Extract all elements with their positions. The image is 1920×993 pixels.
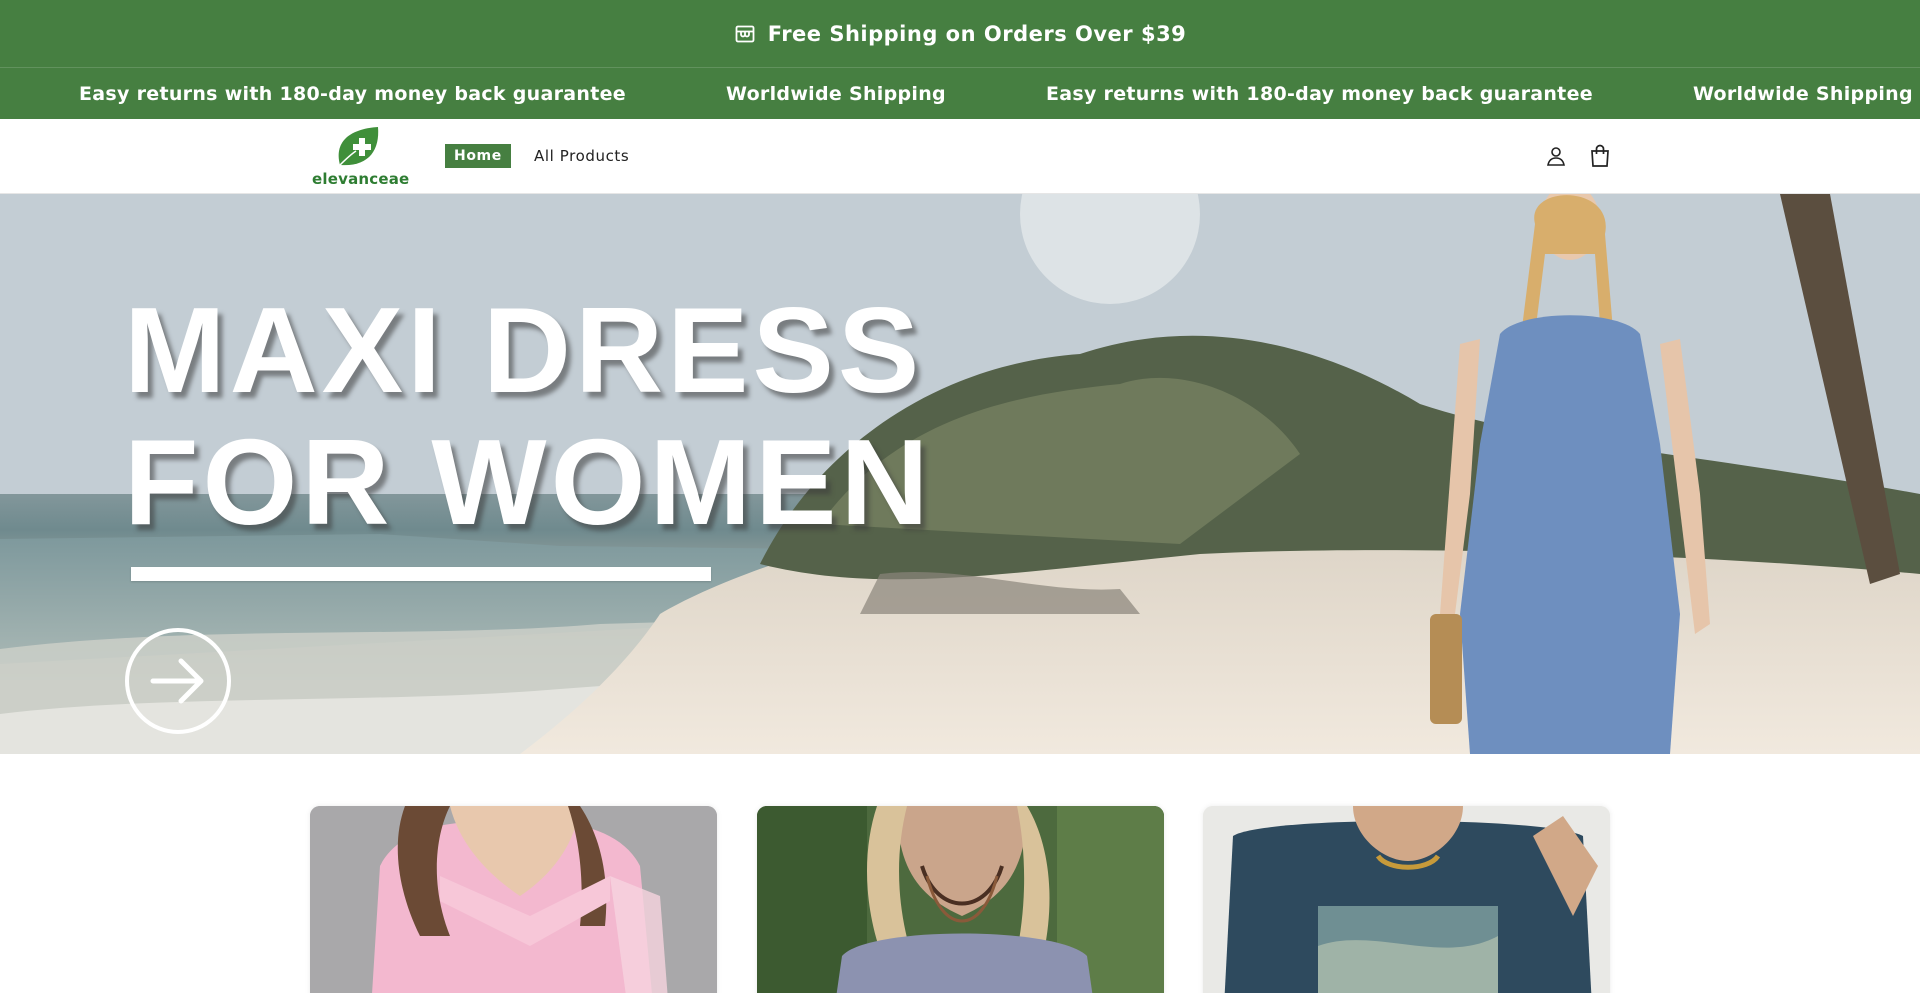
- marquee-track: Easy returns with 180-day money back gua…: [79, 68, 1920, 119]
- hero-underline: [131, 567, 711, 581]
- product-card[interactable]: [757, 806, 1164, 993]
- announcement-bar: Free Shipping on Orders Over $39: [0, 0, 1920, 68]
- hero-title: MAXI DRESS FOR WOMEN: [124, 282, 933, 550]
- product-image: [757, 806, 1164, 993]
- logo-text: elevanceae: [312, 170, 410, 188]
- product-card[interactable]: [1203, 806, 1610, 993]
- store-icon: [734, 23, 756, 45]
- product-image: [1203, 806, 1610, 993]
- product-grid: [310, 806, 1610, 993]
- logo[interactable]: elevanceae: [312, 125, 410, 189]
- arrow-right-icon[interactable]: [125, 628, 231, 734]
- leaf-cross-icon: [338, 127, 379, 166]
- marquee-bar: Easy returns with 180-day money back gua…: [0, 68, 1920, 119]
- product-card[interactable]: [310, 806, 717, 993]
- product-image: [310, 806, 717, 993]
- hero-banner[interactable]: MAXI DRESS FOR WOMEN: [0, 194, 1920, 754]
- marquee-item: Easy returns with 180-day money back gua…: [1045, 82, 1593, 105]
- marquee-item: Easy returns with 180-day money back gua…: [79, 82, 626, 105]
- account-icon[interactable]: [1543, 143, 1569, 169]
- announcement-text: Free Shipping on Orders Over $39: [767, 21, 1187, 46]
- marquee-item: Worldwide Shipping: [1692, 82, 1913, 105]
- marquee-item: Worldwide Shipping: [726, 82, 946, 105]
- nav-all-products[interactable]: All Products: [534, 144, 629, 168]
- cart-icon[interactable]: [1587, 143, 1613, 169]
- site-header: elevanceae Home All Products: [0, 119, 1920, 194]
- nav-home[interactable]: Home: [445, 144, 511, 168]
